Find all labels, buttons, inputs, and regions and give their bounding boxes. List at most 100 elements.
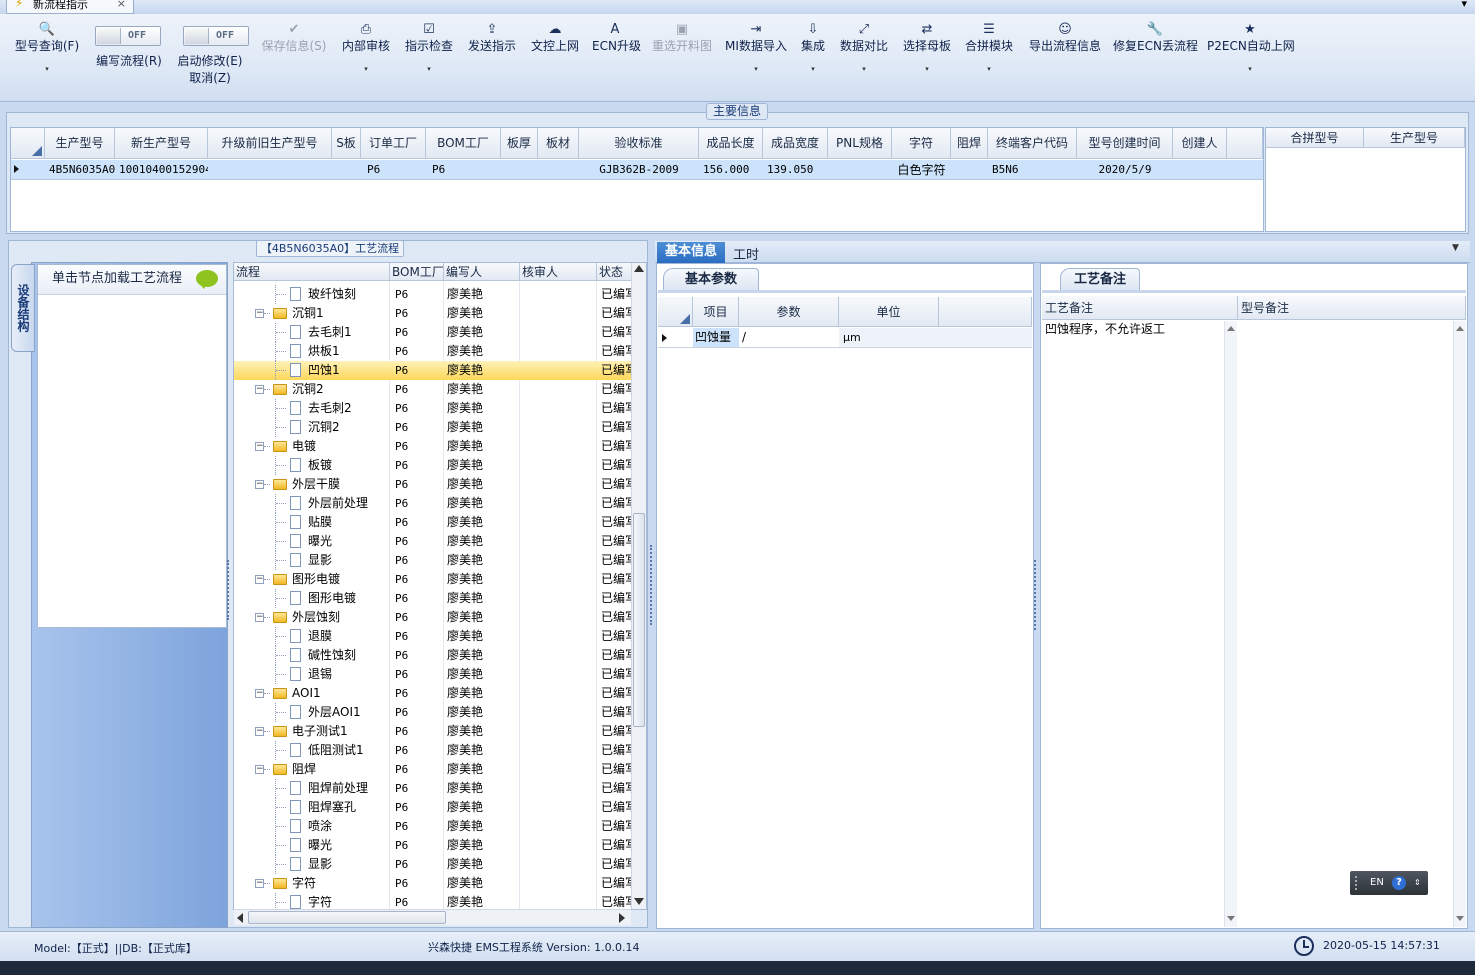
col-header[interactable]: 阻焊 <box>951 128 988 159</box>
compare-button[interactable]: ⤢ 数据对比 ▾ <box>838 22 890 76</box>
table-cell[interactable]: P6 <box>361 160 426 180</box>
tree-row[interactable]: − 字符 P6 廖美艳 已编写 <box>234 874 632 893</box>
tree-row[interactable]: − 沉铜2 P6 廖美艳 已编写 <box>234 380 632 399</box>
collapse-icon[interactable]: − <box>255 727 264 736</box>
mid-splitter-grip[interactable] <box>650 545 655 625</box>
tab-process-remarks[interactable]: 工艺备注 <box>1060 268 1140 290</box>
import-button[interactable]: ⇥ MI数据导入 ▾ <box>723 22 789 76</box>
table-cell[interactable] <box>538 160 579 180</box>
ime-help-icon[interactable]: ? <box>1392 876 1406 890</box>
tree-row[interactable]: 低阻测试1 P6 廖美艳 已编写 <box>234 741 632 760</box>
tree-row[interactable]: − 电镀 P6 廖美艳 已编写 <box>234 437 632 456</box>
tree-hscroll-thumb[interactable] <box>248 911 446 924</box>
col-header[interactable]: 终端客户代码 <box>988 128 1077 159</box>
tree-row[interactable]: − 外层干膜 P6 廖美艳 已编写 <box>234 475 632 494</box>
ime-language[interactable]: EN <box>1370 871 1384 895</box>
table-cell[interactable] <box>208 160 332 180</box>
wrench-button[interactable]: 🔧 修复ECN丢流程 <box>1113 22 1198 54</box>
table-row[interactable]: 凹蚀量 / μm <box>658 328 1032 348</box>
tree-row[interactable]: 阻焊塞孔 P6 廖美艳 已编写 <box>234 798 632 817</box>
tree-row[interactable]: 显影 P6 廖美艳 已编写 <box>234 855 632 874</box>
table-cell[interactable] <box>501 160 538 180</box>
tree-row[interactable]: 外层前处理 P6 廖美艳 已编写 <box>234 494 632 513</box>
param-item-cell[interactable]: 凹蚀量 <box>693 328 739 347</box>
shuffle-button[interactable]: ⇄ 选择母板 ▾ <box>900 22 954 76</box>
col-param[interactable]: 参数 <box>739 297 839 327</box>
download-button[interactable]: ⇩ 集成 ▾ <box>798 22 828 76</box>
search-button[interactable]: 🔍 型号查询(F) ▾ <box>12 22 82 76</box>
tree-row[interactable]: 喷涂 P6 廖美艳 已编写 <box>234 817 632 836</box>
col-header[interactable]: S板 <box>332 128 361 159</box>
col-header[interactable]: 验收标准 <box>579 128 699 159</box>
tab-basic-info[interactable]: 基本信息 <box>657 242 725 263</box>
tabs-dropdown-icon[interactable]: ▼ <box>1452 243 1459 253</box>
upload-button[interactable]: ⇪ 发送指示 <box>466 22 518 54</box>
table-cell[interactable]: 139.050 <box>763 160 828 180</box>
col-header[interactable]: 板厚 <box>501 128 538 159</box>
tree-row[interactable]: 外层AOI1 P6 廖美艳 已编写 <box>234 703 632 722</box>
tree-row[interactable]: − 电子测试1 P6 廖美艳 已编写 <box>234 722 632 741</box>
tree-row[interactable]: 显影 P6 廖美艳 已编写 <box>234 551 632 570</box>
col-header[interactable]: 升级前旧生产型号 <box>208 128 332 159</box>
device-structure-tab[interactable]: 设备结构 <box>11 264 35 352</box>
col-item[interactable]: 项目 <box>693 297 739 327</box>
tree-row[interactable]: 沉铜2 P6 廖美艳 已编写 <box>234 418 632 437</box>
col-header[interactable]: 新生产型号 <box>115 128 208 159</box>
tree-row[interactable]: − AOI1 P6 廖美艳 已编写 <box>234 684 632 703</box>
tab-work-hours[interactable]: 工时 <box>733 244 759 263</box>
param-value-cell[interactable]: / <box>740 328 839 347</box>
collapse-icon[interactable]: − <box>255 309 264 318</box>
process-remark-text[interactable]: 凹蚀程序，不允许返工 <box>1043 321 1225 927</box>
save-button[interactable]: ✔ 保存信息(S) <box>258 22 330 54</box>
document-tab[interactable]: ⚡ 新流程指示 × <box>6 0 134 14</box>
collapse-icon[interactable]: − <box>255 480 264 489</box>
write-flow-toggle[interactable]: OFF <box>95 26 161 46</box>
collapse-icon[interactable]: − <box>255 442 264 451</box>
table-cell[interactable] <box>1173 160 1227 180</box>
col-header[interactable]: PNL规格 <box>828 128 892 159</box>
smile-button[interactable]: ☺ 导出流程信息 <box>1027 22 1103 54</box>
tree-row[interactable]: − 图形电镀 P6 廖美艳 已编写 <box>234 570 632 589</box>
chevron-down-icon[interactable]: ▾ <box>403 62 455 76</box>
chevron-down-icon[interactable]: ▾ <box>838 62 890 76</box>
tree-row[interactable]: 曝光 P6 廖美艳 已编写 <box>234 836 632 855</box>
chevron-down-icon[interactable]: ▾ <box>12 62 82 76</box>
col-header[interactable]: BOM工厂 <box>426 128 501 159</box>
right-splitter-grip[interactable] <box>1034 560 1039 630</box>
chevron-down-icon[interactable]: ▾ <box>723 62 789 76</box>
col-writer[interactable]: 编写人 <box>444 263 520 281</box>
table-cell[interactable]: B5N6 <box>988 160 1077 180</box>
collapse-icon[interactable]: − <box>255 385 264 394</box>
col-header[interactable]: 订单工厂 <box>361 128 426 159</box>
chevron-down-icon[interactable]: ▾ <box>798 62 828 76</box>
start-edit-toggle[interactable]: OFF <box>183 26 249 46</box>
col-production-model[interactable]: 生产型号 <box>1364 128 1465 148</box>
model-remark-text[interactable] <box>1239 321 1453 927</box>
model-remark-scrollbar[interactable] <box>1453 321 1466 927</box>
collapse-icon[interactable]: − <box>255 879 264 888</box>
collapse-icon[interactable]: − <box>255 613 264 622</box>
check-button[interactable]: ☑ 指示检查 ▾ <box>403 22 455 76</box>
tree-row[interactable]: 贴膜 P6 廖美艳 已编写 <box>234 513 632 532</box>
scroll-left-icon[interactable] <box>237 913 243 923</box>
tab-basic-params[interactable]: 基本参数 <box>663 268 759 290</box>
star-button[interactable]: ★ P2ECN自动上网 ▾ <box>1207 22 1295 76</box>
table-cell[interactable]: 156.000 <box>699 160 763 180</box>
tree-row[interactable]: 阻焊前处理 P6 廖美艳 已编写 <box>234 779 632 798</box>
col-merge-model[interactable]: 合拼型号 <box>1266 128 1364 148</box>
tree-row[interactable]: 字符 P6 廖美艳 已编写 <box>234 893 632 909</box>
scroll-right-icon[interactable] <box>619 913 625 923</box>
col-reviewer[interactable]: 核审人 <box>520 263 597 281</box>
col-header[interactable]: 生产型号 <box>45 128 115 159</box>
table-cell[interactable] <box>828 160 892 180</box>
chevron-down-icon[interactable]: ▾ <box>1207 62 1293 76</box>
image-button[interactable]: ▣ 重选开料图 <box>649 22 715 54</box>
cancel-edit-button[interactable]: 取消(Z) <box>174 70 246 86</box>
table-cell[interactable]: P6 <box>426 160 501 180</box>
scroll-down-icon[interactable] <box>634 898 644 905</box>
col-header[interactable]: 成品宽度 <box>763 128 828 159</box>
col-header[interactable]: 创建人 <box>1173 128 1227 159</box>
tree-row[interactable]: − 外层蚀刻 P6 廖美艳 已编写 <box>234 608 632 627</box>
table-cell[interactable]: 白色字符 <box>892 160 951 180</box>
tree-row[interactable]: 退膜 P6 廖美艳 已编写 <box>234 627 632 646</box>
